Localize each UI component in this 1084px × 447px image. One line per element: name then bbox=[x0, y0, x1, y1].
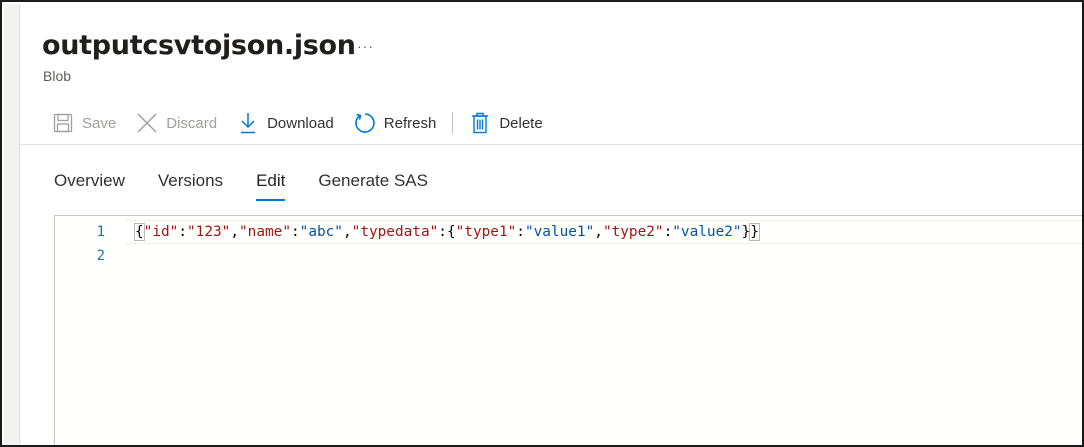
json-key: "type2" bbox=[602, 224, 664, 240]
refresh-icon bbox=[354, 112, 376, 134]
code-editor[interactable]: 1 2 {"id":"123","name":"abc","typedata":… bbox=[54, 215, 1082, 445]
delete-label: Delete bbox=[499, 114, 543, 132]
save-label: Save bbox=[82, 114, 117, 132]
tab-overview[interactable]: Overview bbox=[42, 167, 137, 199]
left-panel-edge bbox=[4, 4, 20, 445]
tab-versions[interactable]: Versions bbox=[146, 167, 235, 199]
line-number-gutter: 1 2 bbox=[55, 216, 117, 445]
json-punct: } bbox=[741, 224, 751, 240]
json-open-brace: { bbox=[134, 223, 145, 241]
tab-edit[interactable]: Edit bbox=[244, 167, 297, 201]
save-icon bbox=[52, 112, 74, 134]
discard-button[interactable]: Discard bbox=[126, 106, 227, 140]
json-value: "value2" bbox=[672, 224, 742, 240]
json-punct: , bbox=[230, 224, 239, 240]
json-value: "value1" bbox=[524, 224, 595, 240]
toolbar-divider-line bbox=[20, 144, 1082, 145]
discard-label: Discard bbox=[166, 114, 218, 132]
json-punct: : bbox=[663, 224, 673, 240]
code-line-1[interactable]: {"id":"123","name":"abc","typedata":{"ty… bbox=[134, 220, 760, 244]
json-key: "name" bbox=[239, 224, 291, 240]
tab-generate-sas[interactable]: Generate SAS bbox=[306, 167, 440, 199]
json-key: "id" bbox=[143, 224, 179, 240]
delete-button[interactable]: Delete bbox=[459, 106, 552, 140]
blob-editor-window: outputcsvtojson.json ··· Blob Save Disca… bbox=[0, 0, 1084, 447]
json-punct: : bbox=[178, 224, 187, 240]
toolbar-divider bbox=[452, 112, 454, 134]
json-close-brace: } bbox=[749, 223, 760, 241]
refresh-label: Refresh bbox=[383, 114, 437, 132]
line-number: 1 bbox=[96, 224, 105, 240]
json-punct: : bbox=[516, 224, 525, 240]
download-button[interactable]: Download bbox=[227, 106, 344, 140]
page-subtitle: Blob bbox=[43, 68, 72, 84]
json-punct: , bbox=[342, 224, 352, 240]
refresh-button[interactable]: Refresh bbox=[344, 106, 447, 140]
line-number: 2 bbox=[96, 248, 105, 264]
more-options-button[interactable]: ··· bbox=[357, 38, 374, 54]
tab-bar: Overview Versions Edit Generate SAS bbox=[42, 167, 449, 201]
json-punct: , bbox=[594, 224, 603, 240]
json-value: "abc" bbox=[299, 224, 343, 240]
save-button[interactable]: Save bbox=[42, 106, 126, 140]
json-key: "typedata" bbox=[351, 224, 439, 240]
download-icon bbox=[237, 112, 259, 134]
json-punct: :{ bbox=[438, 224, 456, 240]
download-label: Download bbox=[267, 114, 334, 132]
discard-icon bbox=[136, 112, 158, 134]
delete-icon bbox=[469, 112, 491, 134]
json-punct: : bbox=[290, 224, 300, 240]
command-bar: Save Discard Download Refresh Delete bbox=[42, 106, 553, 140]
json-key: "type1" bbox=[455, 224, 517, 240]
json-value: "123" bbox=[187, 224, 231, 240]
page-title: outputcsvtojson.json bbox=[42, 30, 356, 61]
